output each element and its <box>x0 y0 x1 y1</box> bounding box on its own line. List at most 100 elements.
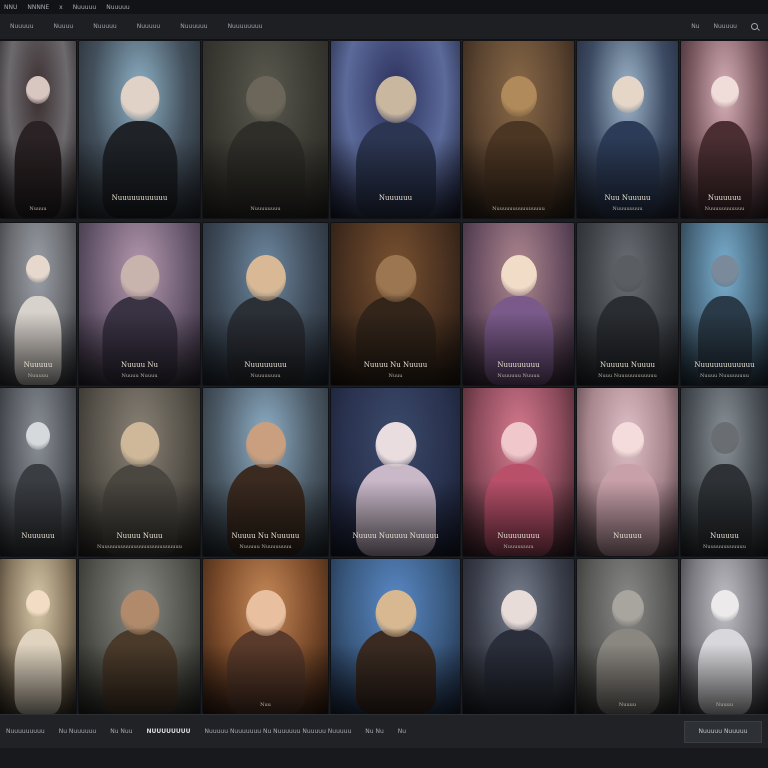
bottom-item-2[interactable]: Nu Nuuuuuu <box>59 728 97 735</box>
card-face <box>710 590 739 622</box>
card-face <box>500 76 537 117</box>
card-face <box>120 422 159 467</box>
bottom-item-3[interactable]: Nu Nuu <box>110 728 132 735</box>
card-subtitle: Nuuuuuuuuuuuuuuu <box>492 206 545 212</box>
card-face <box>26 422 50 450</box>
gallery-card[interactable]: Nuuuuu <box>577 388 678 556</box>
card-title: Nuuuuuuuuuuuu <box>694 361 755 369</box>
gallery-card[interactable]: Nuuuu <box>681 559 768 714</box>
gallery-card[interactable]: Nuuuuuuuuuuu <box>79 41 200 218</box>
card-title: Nuu Nuuuuu <box>604 194 651 202</box>
card-face <box>375 590 416 637</box>
card-face <box>611 422 644 459</box>
card-shade <box>331 644 460 714</box>
card-subtitle: Nuuu Nuuuuuuuuuuuu <box>598 373 657 379</box>
gallery-card[interactable]: Nuuuuu Nuuuuuuuuuuuu <box>681 388 768 556</box>
card-face <box>245 255 286 301</box>
bottom-item-1[interactable]: Nuuuuuuuuu <box>6 728 45 735</box>
gallery-card[interactable]: Nuuuuu Nuuuu Nuuu Nuuuuuuuuuuuu <box>577 223 678 385</box>
gallery-card[interactable] <box>463 559 574 714</box>
card-subtitle: Nuuu <box>388 373 403 379</box>
card-subtitle: Nuuuuuuuuuuuu <box>702 544 747 550</box>
card-shade <box>331 138 460 218</box>
window-tab[interactable]: NNNNE <box>27 4 49 11</box>
card-face <box>120 255 159 300</box>
gallery-card[interactable]: Nuuuuuuuu Nuuuuuuuu <box>203 223 328 385</box>
gallery-card[interactable] <box>331 559 460 714</box>
gallery-card[interactable]: Nuuuu <box>0 41 76 218</box>
bottom-toolbar: Nuuuuuuuuu Nu Nuuuuuu Nu Nuu NUUUUUUUU N… <box>0 714 768 748</box>
gallery-card[interactable]: Nuuuu Nuuuuu Nuuuuu <box>331 388 460 556</box>
bottom-item-5: Nuuuuu Nuuuuuuu Nu Nuuuuuu Nuuuuu Nuuuuu <box>204 728 352 735</box>
card-title: Nuuuuuuuuuuu <box>111 194 168 202</box>
gallery-card[interactable] <box>79 559 200 714</box>
image-gallery-grid: Nuuuu Nuuuuuuuuuuu Nuuuuuuuu Nuuuuuu Nuuuuuu… <box>0 41 768 714</box>
card-face <box>245 76 286 122</box>
gallery-card[interactable] <box>0 559 76 714</box>
gallery-card[interactable]: Nuuuuuu Nuuuuuuuuuuu <box>681 41 768 218</box>
card-face <box>26 76 50 104</box>
app-title: NNU <box>4 3 18 11</box>
card-subtitle: Nuuuuuuuu <box>612 206 643 212</box>
gallery-card[interactable]: Nuuuu Nu Nuuuu Nuuuu <box>79 223 200 385</box>
card-title: Nuuuuuuuu <box>244 361 287 369</box>
nav-item-2[interactable]: Nuuuu <box>54 23 74 30</box>
card-face <box>375 76 416 123</box>
gallery-card[interactable]: Nuu Nuuuuu Nuuuuuuuu <box>577 41 678 218</box>
search-icon[interactable] <box>751 23 758 30</box>
card-title: Nuuuuuu <box>21 532 55 540</box>
gallery-card[interactable]: Nuuuu <box>577 559 678 714</box>
card-face <box>26 255 50 283</box>
card-subtitle: Nuuuuuuuuuuu <box>704 206 745 212</box>
title-extra: Nuuuuu <box>72 3 97 11</box>
gallery-card[interactable]: Nuuuuuuuu Nuuuuuuuu <box>463 388 574 556</box>
gallery-card[interactable]: Nuuuuuuuuuuuu Nuuuu Nuuuuuuuu <box>681 223 768 385</box>
nav-item-5[interactable]: Nuuuuuu <box>180 23 207 30</box>
card-subtitle: Nuuuuuuuuuuuuuuuuuuuuuuuuu <box>97 544 182 550</box>
gallery-card[interactable]: Nuuuuuuuuuuuuuuu <box>463 41 574 218</box>
card-title: Nuuuu Nu Nuuuu <box>363 361 428 369</box>
gallery-card[interactable]: Nuuuuu Nuuuuu <box>0 223 76 385</box>
gallery-card[interactable]: Nuuuuuu <box>331 41 460 218</box>
card-face <box>611 76 644 113</box>
card-title: Nuuuu Nuuu <box>116 532 163 540</box>
card-face <box>245 590 286 636</box>
card-subtitle: Nuuuu Nuuuu <box>121 373 158 379</box>
gallery-card[interactable]: Nuuuu Nu Nuuuu Nuuu <box>331 223 460 385</box>
card-shade <box>0 480 76 556</box>
gallery-card[interactable]: Nuuuuuuuu Nuuuuuu Nuuuu <box>463 223 574 385</box>
gallery-card[interactable]: Nuuuuuuuu <box>203 41 328 218</box>
card-title: Nuuuuuu <box>378 194 413 202</box>
bottom-item-4[interactable]: NUUUUUUUU <box>147 728 191 735</box>
card-face <box>500 255 537 296</box>
card-face <box>710 76 739 108</box>
gallery-card[interactable]: Nuuuu Nuuu Nuuuuuuuuuuuuuuuuuuuuuuuuu <box>79 388 200 556</box>
gallery-card[interactable]: Nuuuu Nu Nuuuuu Nuuuuu Nuuuuuuuu <box>203 388 328 556</box>
bottom-action-button[interactable]: Nuuuuu Nuuuuu <box>684 720 762 743</box>
bottom-item-7[interactable]: Nu <box>398 728 406 735</box>
bottom-item-6[interactable]: Nu Nu <box>365 728 384 735</box>
card-shade <box>577 480 678 556</box>
card-title: Nuuuuu <box>23 361 53 369</box>
tab-close-icon[interactable]: x <box>59 4 63 11</box>
nav-right-label[interactable]: Nu <box>691 23 699 30</box>
card-subtitle: Nuuuuuuuu <box>250 206 281 212</box>
nav-item-3[interactable]: Nuuuuu <box>93 23 117 30</box>
card-subtitle: Nuuuu <box>618 702 637 708</box>
card-face <box>120 590 159 635</box>
card-face <box>500 422 537 463</box>
nav-item-6[interactable]: Nuuuuuuuu <box>228 23 263 30</box>
card-title: Nuuuuu Nuuuu <box>599 361 656 369</box>
card-subtitle: Nuuuuuuuu <box>250 373 281 379</box>
card-shade <box>463 644 574 714</box>
card-title: Nuuuu Nu <box>120 361 159 369</box>
card-subtitle: Nuuuuuu Nuuuu <box>497 373 540 379</box>
card-title: Nuuuu Nuuuuu Nuuuuu <box>352 532 439 540</box>
card-subtitle: Nuuuuuuuu <box>503 544 534 550</box>
nav-right-label-2[interactable]: Nuuuuu <box>713 23 737 30</box>
card-shade <box>331 480 460 556</box>
nav-item-1[interactable]: Nuuuuu <box>10 23 34 30</box>
gallery-card[interactable]: Nuuuuuu <box>0 388 76 556</box>
gallery-card[interactable]: Nuu <box>203 559 328 714</box>
nav-item-4[interactable]: Nuuuuu <box>137 23 161 30</box>
